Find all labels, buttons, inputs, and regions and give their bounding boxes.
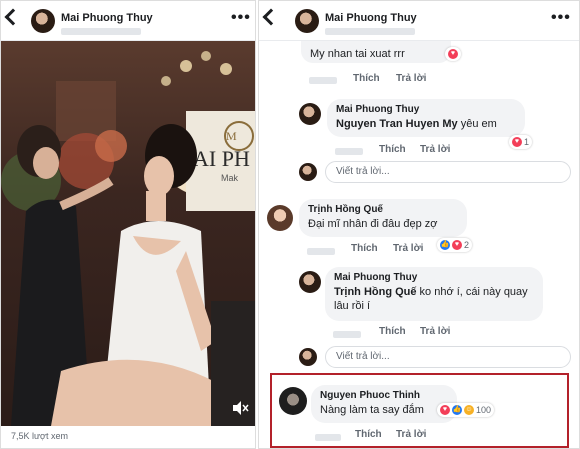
heart-icon: ♥: [452, 240, 462, 250]
comment-timestamp: [309, 77, 337, 84]
comment-author[interactable]: Nguyen Phuoc Thinh: [320, 390, 448, 401]
video-player[interactable]: M AI PH Mak: [1, 41, 255, 426]
view-count: 7,5K lượt xem: [11, 431, 68, 441]
comment-timestamp: [333, 331, 361, 338]
post-timestamp: [61, 28, 141, 35]
reaction-summary[interactable]: ♥ 👍 ☺ 100: [437, 403, 495, 417]
mention-link[interactable]: Trịnh Hồng Quế: [334, 286, 417, 298]
page-title[interactable]: Mai Phuong Thuy: [325, 12, 417, 24]
heart-icon: ♥: [448, 49, 458, 59]
mention-link[interactable]: Nguyen Tran Huyen My: [336, 118, 458, 130]
comment-timestamp: [315, 434, 341, 441]
salon-sign-subtext: Mak: [221, 173, 239, 183]
heart-icon: ♥: [440, 405, 450, 415]
reaction-summary[interactable]: ♥: [445, 47, 461, 61]
like-button[interactable]: Thích: [379, 144, 406, 155]
thumbs-up-icon: 👍: [440, 240, 450, 250]
avatar[interactable]: [295, 9, 319, 33]
avatar[interactable]: [31, 9, 55, 33]
reply-button[interactable]: Trả lời: [396, 73, 426, 84]
comment-bubble: Nguyen Phuoc Thinh Nàng làm ta say đắm: [311, 385, 457, 423]
avatar[interactable]: [299, 271, 321, 293]
comments-header: Mai Phuong Thuy •••: [259, 1, 579, 41]
reply-button[interactable]: Trả lời: [393, 243, 423, 254]
comment-text: Trịnh Hồng Quế ko nhớ í, cái này quay lâ…: [334, 286, 528, 312]
comment-timestamp: [335, 148, 363, 155]
reply-input[interactable]: Viết trả lời...: [325, 161, 571, 183]
comment-bubble: Trịnh Hồng Quế Đại mĩ nhân đi đâu đẹp zợ: [299, 199, 467, 237]
comment-text: My nhan tai xuat rrr: [310, 48, 405, 60]
like-button[interactable]: Thích: [379, 326, 406, 337]
avatar[interactable]: [299, 348, 317, 366]
back-icon[interactable]: [4, 8, 22, 26]
avatar[interactable]: [279, 387, 307, 415]
reply-button[interactable]: Trả lời: [420, 144, 450, 155]
comment-author[interactable]: Mai Phuong Thuy: [334, 272, 534, 283]
comment-timestamp: [307, 248, 335, 255]
comment-author[interactable]: Trịnh Hồng Quế: [308, 204, 458, 215]
comments-panel: Mai Phuong Thuy ••• My nhan tai xuat rrr…: [258, 0, 580, 449]
comment-text: Nàng làm ta say đắm: [320, 404, 424, 416]
video-post-panel: Mai Phuong Thuy ••• M AI PH Mak 7,5K lượ…: [0, 0, 256, 449]
reply-button[interactable]: Trả lời: [420, 326, 450, 337]
haha-icon: ☺: [464, 405, 474, 415]
like-button[interactable]: Thích: [351, 243, 378, 254]
svg-text:M: M: [226, 129, 237, 143]
like-button[interactable]: Thích: [355, 429, 382, 440]
reaction-summary[interactable]: ♥ 1: [509, 135, 533, 149]
post-header: Mai Phuong Thuy •••: [1, 1, 255, 41]
avatar[interactable]: [299, 163, 317, 181]
comment-text: Nguyen Tran Huyen My yêu em: [336, 118, 497, 130]
like-button[interactable]: Thích: [353, 73, 380, 84]
reply-button[interactable]: Trả lời: [396, 429, 426, 440]
back-icon[interactable]: [262, 8, 280, 26]
more-options-icon[interactable]: •••: [231, 9, 251, 27]
comment-bubble: My nhan tai xuat rrr: [301, 41, 451, 63]
comment-bubble: Mai Phuong Thuy Trịnh Hồng Quế ko nhớ í,…: [325, 267, 543, 321]
avatar[interactable]: [299, 103, 321, 125]
salon-sign-text: AI PH: [193, 146, 250, 171]
more-options-icon[interactable]: •••: [551, 9, 571, 27]
video-frame: M AI PH Mak: [1, 51, 255, 426]
reply-input[interactable]: Viết trả lời...: [325, 346, 571, 368]
comment-bubble: Mai Phuong Thuy Nguyen Tran Huyen My yêu…: [327, 99, 525, 137]
thumbs-up-icon: 👍: [452, 405, 462, 415]
comment-text: Đại mĩ nhân đi đâu đẹp zợ: [308, 218, 438, 230]
reaction-summary[interactable]: 👍 ♥ 2: [437, 238, 473, 252]
page-title[interactable]: Mai Phuong Thuy: [61, 12, 153, 24]
avatar[interactable]: [267, 205, 293, 231]
comment-author[interactable]: Mai Phuong Thuy: [336, 104, 516, 115]
post-timestamp: [325, 28, 415, 35]
heart-icon: ♥: [512, 137, 522, 147]
